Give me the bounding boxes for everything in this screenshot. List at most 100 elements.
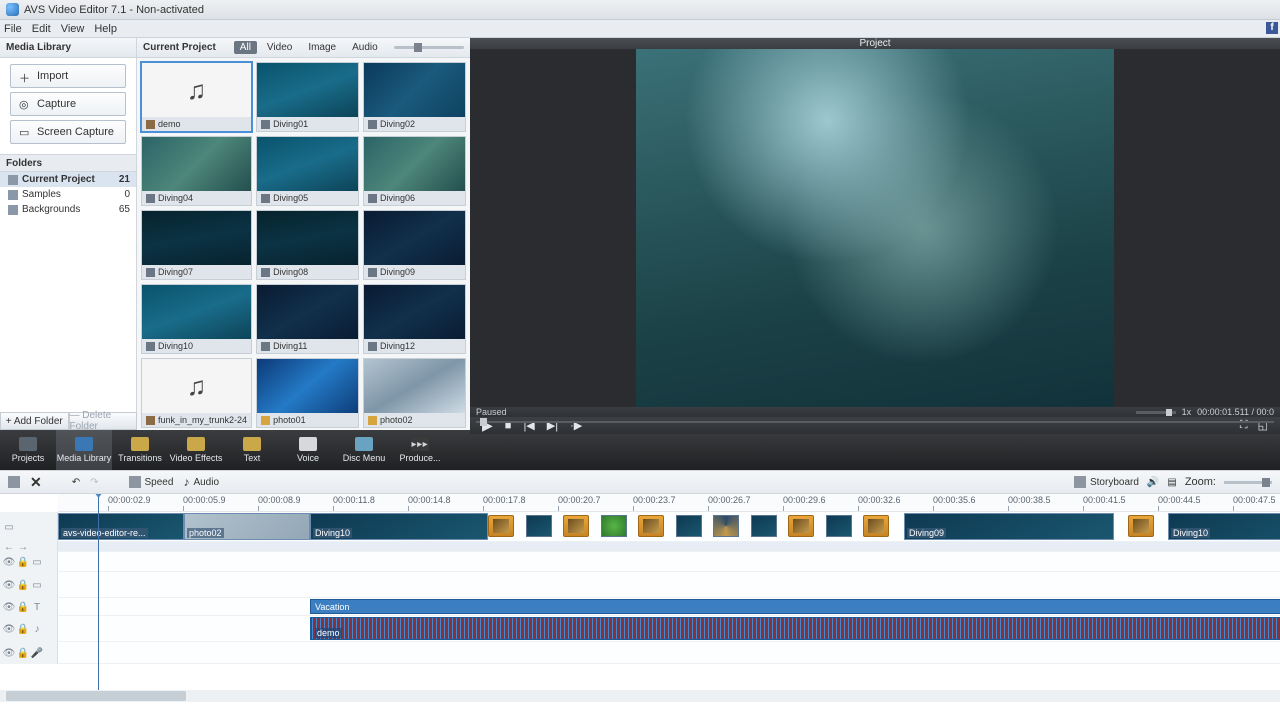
overlay-track-header[interactable]: 👁🔒▭ — [0, 552, 58, 572]
transition[interactable] — [488, 515, 514, 537]
storyboard-button[interactable]: Storyboard — [1074, 476, 1139, 488]
media-library-panel: Media Library ＋Import ◎Capture ▭Screen C… — [0, 38, 137, 430]
tab-produce-[interactable]: ▶▶▶Produce... — [392, 430, 448, 470]
menu-help[interactable]: Help — [94, 23, 117, 35]
speed-button[interactable]: Speed — [129, 476, 174, 488]
audio-button[interactable]: ♪Audio — [183, 475, 219, 489]
transition[interactable] — [788, 515, 814, 537]
audio-track-2-header[interactable]: 👁🔒🎤 — [0, 642, 58, 664]
media-item[interactable]: Diving07 — [141, 210, 252, 280]
import-button[interactable]: ＋Import — [10, 64, 126, 88]
zoom-label: Zoom: — [1185, 476, 1216, 488]
video-clip-small[interactable] — [676, 515, 702, 537]
fade-track-header[interactable]: ←→ — [0, 542, 58, 552]
media-item[interactable]: Diving09 — [363, 210, 466, 280]
tab-voice[interactable]: Voice — [280, 430, 336, 470]
video-clip-small[interactable] — [751, 515, 777, 537]
video-clip[interactable]: photo02 — [184, 513, 310, 540]
playhead[interactable] — [98, 494, 99, 702]
timeline-toolbar: ✕ ↶ ↷ Speed ♪Audio Storyboard 🔊 ▤ Zoom: — [0, 470, 1280, 494]
media-item[interactable]: Diving10 — [141, 284, 252, 354]
volume-slider[interactable] — [1136, 411, 1176, 414]
media-item[interactable]: photo01 — [256, 358, 359, 428]
tab-text[interactable]: Text — [224, 430, 280, 470]
filter-audio[interactable]: Audio — [346, 41, 384, 54]
menu-file[interactable]: File — [4, 23, 22, 35]
video-clip-small[interactable] — [526, 515, 552, 537]
module-tabs: ProjectsMedia LibraryTransitionsVideo Ef… — [0, 430, 1280, 470]
folder-item[interactable]: Samples0 — [0, 187, 136, 202]
video-clip[interactable]: avs-video-editor-re... — [58, 513, 184, 540]
media-item[interactable]: Diving11 — [256, 284, 359, 354]
effects-track[interactable] — [58, 572, 1280, 598]
timeline-ruler[interactable]: 00:00:02.900:00:05.900:00:08.900:00:11.8… — [58, 494, 1280, 512]
capture-button[interactable]: ◎Capture — [10, 92, 126, 116]
delete-folder-button: — Delete Folder — [69, 412, 138, 430]
media-item[interactable]: Diving06 — [363, 136, 466, 206]
text-track[interactable]: Vacation — [58, 598, 1280, 616]
video-track[interactable]: avs-video-editor-re...photo02Diving10Div… — [58, 512, 1280, 542]
folder-item[interactable]: Current Project21 — [0, 172, 136, 187]
video-clip-small[interactable] — [826, 515, 852, 537]
media-item[interactable]: ♫funk_in_my_trunk2-24 — [141, 358, 252, 428]
screen-capture-button[interactable]: ▭Screen Capture — [10, 120, 126, 144]
split-button[interactable] — [8, 476, 20, 488]
timeline-scrollbar[interactable] — [0, 690, 1280, 702]
media-item[interactable]: photo02 — [363, 358, 466, 428]
media-grid: ♫demoDiving01Diving02Diving04Diving05Div… — [137, 58, 470, 430]
transition[interactable] — [1128, 515, 1154, 537]
plus-icon: ＋ — [19, 70, 31, 82]
audio-track-1-header[interactable]: 👁🔒♪ — [0, 616, 58, 642]
video-clip-small[interactable] — [713, 515, 739, 537]
tab-disc-menu[interactable]: Disc Menu — [336, 430, 392, 470]
media-item[interactable]: Diving04 — [141, 136, 252, 206]
tracks-button[interactable]: ▤ — [1167, 477, 1176, 488]
effects-track-header[interactable]: 👁🔒▭ — [0, 572, 58, 598]
video-clip-small[interactable] — [601, 515, 627, 537]
project-panel: Current Project All Video Image Audio ♫d… — [137, 38, 470, 430]
volume-button[interactable]: 🔊 — [1147, 477, 1159, 488]
media-item[interactable]: Diving08 — [256, 210, 359, 280]
preview-header: Project — [470, 38, 1280, 49]
tab-video-effects[interactable]: Video Effects — [168, 430, 224, 470]
menu-view[interactable]: View — [61, 23, 85, 35]
video-clip[interactable]: Diving10 — [310, 513, 488, 540]
filter-image[interactable]: Image — [302, 41, 342, 54]
audio-clip[interactable]: demo — [310, 617, 1280, 640]
audio-track-2[interactable] — [58, 642, 1280, 664]
undo-button[interactable]: ↶ — [72, 477, 80, 488]
folders-header: Folders — [0, 154, 136, 172]
video-clip[interactable]: Diving09 — [904, 513, 1114, 540]
text-clip[interactable]: Vacation — [310, 599, 1280, 614]
playback-status: Paused — [476, 407, 507, 417]
transition[interactable] — [563, 515, 589, 537]
media-item[interactable]: Diving05 — [256, 136, 359, 206]
tab-projects[interactable]: Projects — [0, 430, 56, 470]
transition[interactable] — [638, 515, 664, 537]
playback-time: 00:00:01.511 / 00:0 — [1197, 407, 1274, 417]
media-item[interactable]: Diving12 — [363, 284, 466, 354]
thumbnail-zoom-slider[interactable] — [394, 46, 464, 49]
redo-button[interactable]: ↷ — [90, 477, 98, 488]
fade-track[interactable] — [58, 542, 1280, 552]
delete-button[interactable]: ✕ — [30, 474, 42, 491]
filter-video[interactable]: Video — [261, 41, 298, 54]
facebook-icon[interactable]: f — [1266, 22, 1278, 34]
overlay-track[interactable] — [58, 552, 1280, 572]
transition[interactable] — [863, 515, 889, 537]
audio-track-1[interactable]: demo — [58, 616, 1280, 642]
folder-item[interactable]: Backgrounds65 — [0, 202, 136, 217]
media-item[interactable]: Diving02 — [363, 62, 466, 132]
filter-all[interactable]: All — [234, 41, 257, 54]
media-item[interactable]: Diving01 — [256, 62, 359, 132]
media-item[interactable]: ♫demo — [141, 62, 252, 132]
add-folder-button[interactable]: + Add Folder — [0, 412, 69, 430]
video-track-header[interactable]: ▭ — [0, 512, 58, 542]
media-library-header: Media Library — [0, 38, 136, 58]
menu-edit[interactable]: Edit — [32, 23, 51, 35]
video-clip[interactable]: Diving10 — [1168, 513, 1280, 540]
text-track-header[interactable]: 👁🔒T — [0, 598, 58, 616]
timeline-zoom-slider[interactable] — [1224, 481, 1272, 484]
tab-transitions[interactable]: Transitions — [112, 430, 168, 470]
tab-media-library[interactable]: Media Library — [56, 430, 112, 470]
